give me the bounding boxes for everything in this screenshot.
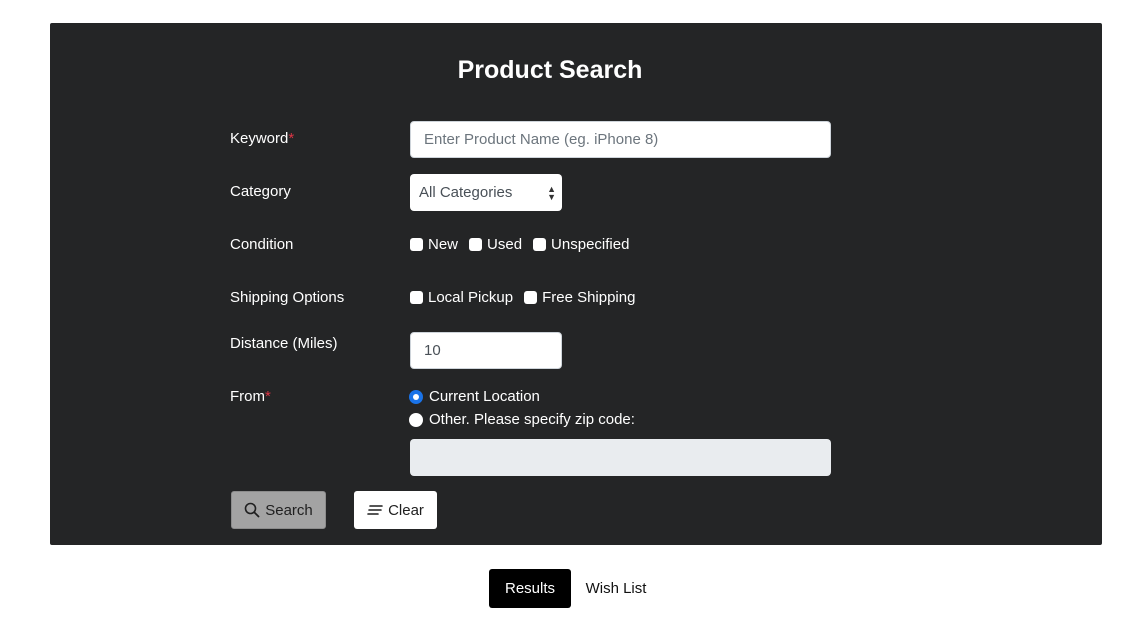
condition-new-checkbox[interactable] <box>410 238 423 251</box>
condition-used-checkbox[interactable] <box>469 238 483 251</box>
clear-button[interactable]: Clear <box>354 491 437 529</box>
from-other-option[interactable]: Other. Please specify zip code: <box>409 411 635 428</box>
free-shipping-label: Free Shipping <box>542 289 636 306</box>
category-select[interactable]: All Categories ▲ ▼ <box>410 174 562 211</box>
condition-unspecified-checkbox[interactable] <box>533 238 547 251</box>
keyword-label: Keyword* <box>230 130 294 147</box>
shipping-options: Local Pickup Free Shipping <box>410 289 646 306</box>
condition-unspecified-option[interactable]: Unspecified <box>533 236 629 253</box>
tab-wish-list[interactable]: Wish List <box>580 569 652 608</box>
required-mark: * <box>288 130 295 147</box>
current-location-label: Current Location <box>429 388 540 405</box>
keyword-input[interactable]: Enter Product Name (eg. iPhone 8) <box>410 121 831 158</box>
page-title: Product Search <box>457 56 643 84</box>
keyword-placeholder: Enter Product Name (eg. iPhone 8) <box>424 131 659 148</box>
category-label: Category <box>230 183 291 200</box>
zip-code-input[interactable] <box>410 439 831 476</box>
free-shipping-checkbox[interactable] <box>524 291 538 304</box>
shipping-label: Shipping Options <box>230 289 345 306</box>
condition-unspecified-label: Unspecified <box>551 236 630 253</box>
select-arrows-icon: ▲ ▼ <box>547 183 556 202</box>
condition-used-option[interactable]: Used <box>469 236 522 253</box>
distance-label: Distance (Miles) <box>230 335 338 352</box>
tab-results[interactable]: Results <box>489 569 571 608</box>
other-zip-label: Other. Please specify zip code: <box>429 411 635 428</box>
keyword-label-text: Keyword <box>230 130 289 147</box>
distance-input[interactable]: 10 <box>410 332 562 369</box>
search-icon <box>244 502 260 518</box>
condition-options: New Used Unspecified <box>410 236 640 253</box>
distance-value: 10 <box>424 342 441 359</box>
clear-lines-icon <box>367 505 383 515</box>
search-button[interactable]: Search <box>231 491 326 529</box>
condition-new-label: New <box>428 236 459 253</box>
clear-button-label: Clear <box>388 501 424 519</box>
condition-new-option[interactable]: New <box>410 236 458 253</box>
from-label: From* <box>230 388 271 405</box>
from-current-location-option[interactable]: Current Location <box>409 388 540 405</box>
current-location-radio[interactable] <box>409 389 423 404</box>
condition-label: Condition <box>230 236 294 253</box>
other-zip-radio[interactable] <box>409 412 423 427</box>
required-mark: * <box>265 388 271 405</box>
from-label-text: From <box>230 388 265 405</box>
local-pickup-label: Local Pickup <box>428 289 514 306</box>
condition-used-label: Used <box>487 236 523 253</box>
shipping-free-shipping-option[interactable]: Free Shipping <box>524 289 635 306</box>
shipping-local-pickup-option[interactable]: Local Pickup <box>410 289 513 306</box>
category-selected-value: All Categories <box>419 184 513 201</box>
search-button-label: Search <box>265 501 313 519</box>
local-pickup-checkbox[interactable] <box>410 291 423 304</box>
